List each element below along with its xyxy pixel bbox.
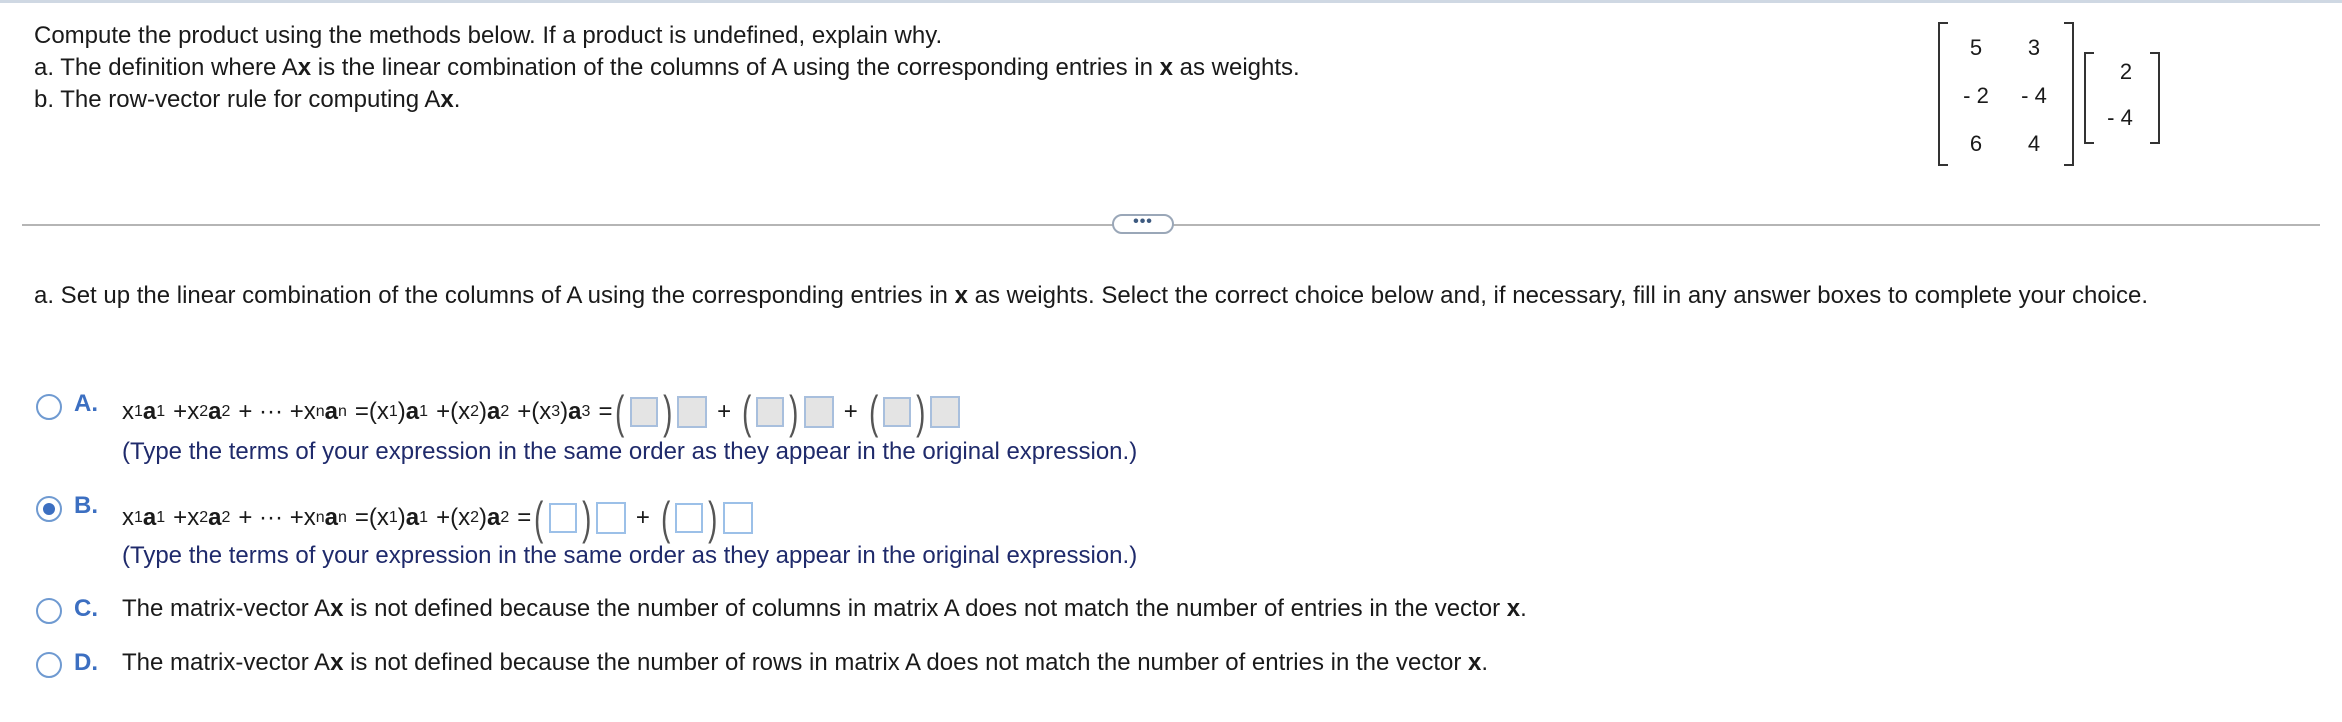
vector-x-cell: 2 <box>2119 59 2133 84</box>
choice-b-radio[interactable] <box>36 496 62 522</box>
part-a-instruction-bold: x <box>954 282 968 309</box>
prompt-line-3-pre: b. The row-vector rule for computing A <box>34 86 441 113</box>
matrix-a-right-bracket <box>2064 22 2074 166</box>
choice-b-vector-2-input[interactable] <box>722 502 753 534</box>
matrix-a-cell: 3 <box>2027 35 2041 60</box>
problem-statement: Compute the product using the methods be… <box>34 20 1300 116</box>
vector-x-right-bracket <box>2150 52 2160 144</box>
choice-d-text-bold2: x <box>1468 649 1482 676</box>
choice-a-vector-3-input[interactable] <box>930 396 961 428</box>
choice-b-hint: (Type the terms of your expression in th… <box>122 542 1138 569</box>
choice-a-vector-2-input[interactable] <box>803 396 834 428</box>
matrix-a-left-bracket <box>1938 22 1948 166</box>
prompt-line-2-pre: a. The definition where A <box>34 54 298 81</box>
choice-b-vector-1-input[interactable] <box>595 502 626 534</box>
part-a-instruction-pre: a. Set up the linear combination of the … <box>34 282 955 309</box>
prompt-line-2: a. The definition where Ax is the linear… <box>34 52 1300 84</box>
choice-b-scalar-1-input[interactable] <box>548 503 577 533</box>
choice-b-letter: B. <box>74 492 98 519</box>
matrix-a: 5 3 - 2 - 4 6 4 <box>1938 22 2074 166</box>
part-a-instruction: a. Set up the linear combination of the … <box>34 280 2274 312</box>
prompt-line-2-end: as weights. <box>1172 54 1300 81</box>
vector-x-cell: - 4 <box>2107 105 2133 130</box>
prompt-line-2-post: is the linear combination of the columns… <box>311 54 1160 81</box>
prompt-line-1: Compute the product using the methods be… <box>34 22 943 49</box>
choice-a-vector-1-input[interactable] <box>677 396 708 428</box>
choice-c-text: The matrix-vector Ax is not defined beca… <box>122 595 1527 623</box>
choice-c-text-end: . <box>1520 595 1527 622</box>
prompt-line-3-end: . <box>453 86 461 113</box>
choice-a-radio[interactable] <box>36 394 62 420</box>
choice-a-scalar-2-input[interactable] <box>756 397 785 427</box>
choice-d-text-mid: is not defined because the number of row… <box>343 649 1469 676</box>
choice-d-text: The matrix-vector Ax is not defined beca… <box>122 649 1488 677</box>
part-a-instruction-post: as weights. Select the correct choice be… <box>967 282 2149 309</box>
choice-c-text-bold: x <box>330 595 344 622</box>
vector-x: 2 - 4 <box>2084 52 2160 144</box>
choice-d-radio[interactable] <box>36 652 62 678</box>
choice-a-equation: x 1 a 1 +x 2 a 2 + ··· +x n a n =(x 1) a 1 +(x 2) a 2 +(x 3) a… <box>122 389 962 435</box>
matrix-a-cell: 6 <box>1969 131 1983 156</box>
choice-a-letter: A. <box>74 390 98 417</box>
prompt-line-3: b. The row-vector rule for computing Ax. <box>34 84 1300 116</box>
choice-d-letter: D. <box>74 649 98 676</box>
choice-d-text-pre: The matrix-vector A <box>122 649 331 676</box>
choice-c-radio[interactable] <box>36 598 62 624</box>
choice-d-text-end: . <box>1481 649 1489 676</box>
expand-more-button[interactable]: ••• <box>1112 214 1174 234</box>
choice-c-letter: C. <box>74 595 98 622</box>
choice-a-scalar-1-input[interactable] <box>629 397 658 427</box>
prompt-line-2-bold2: x <box>1159 54 1173 81</box>
matrix-a-cell: - 4 <box>2021 83 2047 108</box>
top-border <box>0 0 2342 3</box>
choice-b-equation: x 1 a 1 +x 2 a 2 + ··· +x n a n =(x 1) a 1 +(x 2) a 2 = () +… <box>122 495 755 541</box>
choice-b-scalar-2-input[interactable] <box>675 503 704 533</box>
choice-c-text-bold2: x <box>1506 595 1521 622</box>
choice-a-hint: (Type the terms of your expression in th… <box>122 438 1138 465</box>
choice-c-text-pre: The matrix-vector A <box>122 595 331 622</box>
matrix-a-cell: - 2 <box>1963 83 1989 108</box>
vector-x-left-bracket <box>2084 52 2094 144</box>
choice-c-text-mid: is not defined because the number of col… <box>343 595 1507 622</box>
choice-a-scalar-3-input[interactable] <box>883 397 912 427</box>
prompt-line-2-bold: x <box>297 54 312 81</box>
prompt-line-3-bold: x <box>440 86 454 113</box>
choice-d-text-bold: x <box>330 649 344 676</box>
matrix-a-cell: 4 <box>2027 131 2041 156</box>
matrix-a-cell: 5 <box>1969 35 1983 60</box>
